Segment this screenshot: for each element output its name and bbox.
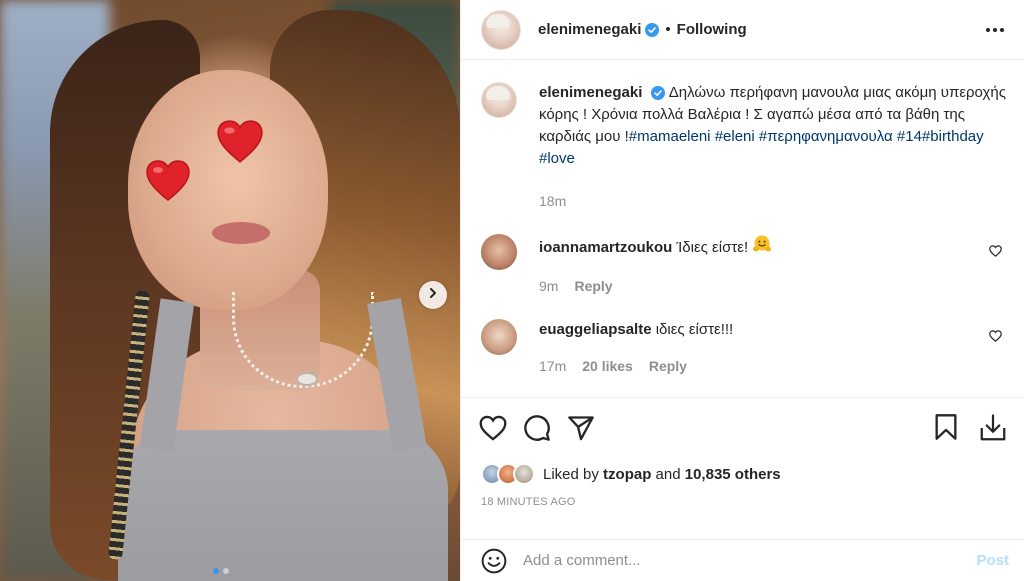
comment-text: Ίδιες είστε! [676, 239, 749, 256]
photo-pendant [296, 372, 318, 386]
post-details-panel: elenimenegaki • Following elenimenegaki … [460, 0, 1024, 581]
likes-text: Liked by tzopap and 10,835 others [543, 466, 781, 483]
reply-button[interactable]: Reply [649, 355, 687, 377]
comment-meta: 17m 20 likes Reply [539, 355, 1008, 377]
heart-sticker-icon [216, 120, 264, 164]
commenter-avatar[interactable] [481, 319, 517, 355]
post-comment-button[interactable]: Post [976, 552, 1009, 569]
bookmark-icon[interactable] [934, 413, 958, 443]
verified-badge-icon [650, 86, 665, 101]
more-options-icon[interactable] [982, 24, 1008, 36]
comment-icon[interactable] [523, 414, 551, 442]
like-comment-heart-icon[interactable] [989, 329, 1002, 347]
comment-item: euaggeliapsalte ιδιες είστε!!! 17m 20 li… [481, 319, 1008, 377]
actions-right [934, 413, 1008, 443]
carousel-indicator [213, 568, 229, 574]
author-avatar[interactable] [481, 9, 521, 50]
liker-avatar [513, 463, 535, 485]
comment-text: ιδιες είστε!!! [655, 321, 734, 338]
comment-time[interactable]: 9m [539, 275, 558, 297]
comment-likes[interactable]: 20 likes [582, 355, 633, 377]
reply-button[interactable]: Reply [574, 275, 612, 297]
share-icon[interactable] [567, 415, 595, 441]
comment-item: ioannamartzoukou Ίδιες είστε! 9m Reply [481, 234, 1008, 297]
liked-by-prefix: Liked by [543, 465, 599, 483]
hashtag-link[interactable]: #mamaeleni [629, 128, 711, 145]
post-header: elenimenegaki • Following [461, 0, 1024, 60]
carousel-dot [223, 568, 229, 574]
hugging-face-emoji-icon [752, 234, 772, 261]
post-actions [461, 398, 1024, 458]
carousel-dot-active [213, 568, 219, 574]
hashtag-link[interactable]: #birthday [922, 128, 984, 145]
liked-by-user[interactable]: tzopap [603, 466, 651, 483]
hashtag-link[interactable]: #περηφανημανουλα [759, 128, 893, 145]
caption-body: elenimenegaki Δηλώνω περήφανη μανουλα μι… [539, 82, 1008, 212]
commenter-username[interactable]: euaggeliapsalte [539, 321, 652, 338]
liker-avatars[interactable] [481, 463, 535, 485]
chevron-right-icon [427, 286, 439, 304]
heart-icon[interactable] [479, 415, 507, 441]
caption-username[interactable]: elenimenegaki [539, 84, 642, 101]
like-comment-heart-icon[interactable] [989, 244, 1002, 262]
comment-body: euaggeliapsalte ιδιες είστε!!! 17m 20 li… [539, 319, 1008, 377]
post-timestamp[interactable]: 18 MINUTES AGO [461, 490, 1024, 528]
comment-meta: 9m Reply [539, 275, 1008, 297]
author-username[interactable]: elenimenegaki [538, 21, 641, 38]
hashtag-link[interactable]: #eleni [715, 128, 755, 145]
commenter-username[interactable]: ioannamartzoukou [539, 239, 672, 256]
post-caption: elenimenegaki Δηλώνω περήφανη μανουλα μι… [481, 82, 1008, 212]
post-photo[interactable] [0, 0, 460, 581]
liked-by-others[interactable]: 10,835 others [685, 466, 781, 483]
download-icon[interactable] [978, 413, 1008, 443]
verified-badge-icon [645, 22, 660, 37]
comment-input[interactable] [523, 552, 977, 569]
header-separator: • [665, 21, 671, 38]
commenter-avatar[interactable] [481, 234, 517, 270]
comment-body: ioannamartzoukou Ίδιες είστε! 9m Reply [539, 234, 1008, 297]
comments-section: elenimenegaki Δηλώνω περήφανη μανουλα μι… [461, 60, 1024, 398]
heart-sticker-icon [145, 160, 191, 202]
photo-top [118, 430, 448, 581]
carousel-next-button[interactable] [419, 281, 447, 309]
liked-by-and: and [655, 465, 681, 483]
add-comment-bar: Post [461, 539, 1024, 581]
following-button[interactable]: Following [677, 21, 747, 38]
hashtag-link[interactable]: #14 [897, 128, 922, 145]
comment-time[interactable]: 17m [539, 355, 566, 377]
likes-summary: Liked by tzopap and 10,835 others [461, 458, 1024, 490]
caption-text: elenimenegaki Δηλώνω περήφανη μανουλα μι… [539, 82, 1008, 170]
caption-time[interactable]: 18m [539, 190, 1008, 212]
hashtag-link[interactable]: #love [539, 150, 575, 167]
emoji-icon[interactable] [481, 548, 507, 574]
author-avatar[interactable] [481, 82, 517, 118]
photo-lips [212, 222, 270, 244]
